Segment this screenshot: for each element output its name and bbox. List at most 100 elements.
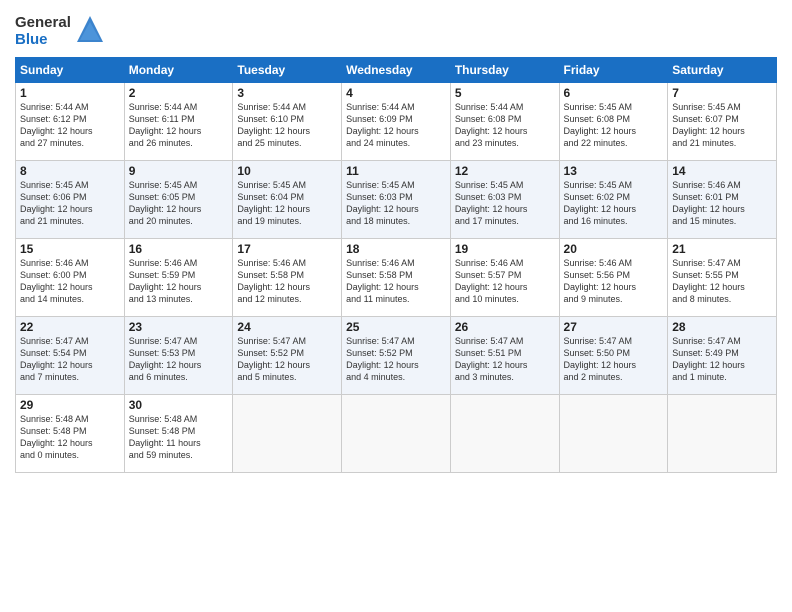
day-number: 3: [237, 86, 337, 100]
day-number: 30: [129, 398, 229, 412]
day-number: 4: [346, 86, 446, 100]
day-number: 12: [455, 164, 555, 178]
calendar-cell: [559, 395, 668, 473]
day-number: 7: [672, 86, 772, 100]
calendar-cell: 28Sunrise: 5:47 AM Sunset: 5:49 PM Dayli…: [668, 317, 777, 395]
cell-content: Sunrise: 5:46 AM Sunset: 5:58 PM Dayligh…: [237, 257, 337, 306]
cell-content: Sunrise: 5:47 AM Sunset: 5:55 PM Dayligh…: [672, 257, 772, 306]
calendar-cell: 7Sunrise: 5:45 AM Sunset: 6:07 PM Daylig…: [668, 83, 777, 161]
calendar-cell: 20Sunrise: 5:46 AM Sunset: 5:56 PM Dayli…: [559, 239, 668, 317]
calendar-cell: 19Sunrise: 5:46 AM Sunset: 5:57 PM Dayli…: [450, 239, 559, 317]
day-number: 5: [455, 86, 555, 100]
calendar-cell: 4Sunrise: 5:44 AM Sunset: 6:09 PM Daylig…: [342, 83, 451, 161]
calendar-cell: 8Sunrise: 5:45 AM Sunset: 6:06 PM Daylig…: [16, 161, 125, 239]
calendar-cell: 11Sunrise: 5:45 AM Sunset: 6:03 PM Dayli…: [342, 161, 451, 239]
calendar-header-row: SundayMondayTuesdayWednesdayThursdayFrid…: [16, 58, 777, 83]
cell-content: Sunrise: 5:45 AM Sunset: 6:03 PM Dayligh…: [455, 179, 555, 228]
cell-content: Sunrise: 5:44 AM Sunset: 6:09 PM Dayligh…: [346, 101, 446, 150]
calendar-week-5: 29Sunrise: 5:48 AM Sunset: 5:48 PM Dayli…: [16, 395, 777, 473]
header: General Blue: [15, 10, 777, 49]
day-number: 23: [129, 320, 229, 334]
day-number: 19: [455, 242, 555, 256]
calendar-cell: 3Sunrise: 5:44 AM Sunset: 6:10 PM Daylig…: [233, 83, 342, 161]
calendar-cell: 10Sunrise: 5:45 AM Sunset: 6:04 PM Dayli…: [233, 161, 342, 239]
cell-content: Sunrise: 5:48 AM Sunset: 5:48 PM Dayligh…: [129, 413, 229, 462]
day-number: 13: [564, 164, 664, 178]
day-number: 16: [129, 242, 229, 256]
calendar-cell: [450, 395, 559, 473]
calendar-cell: 30Sunrise: 5:48 AM Sunset: 5:48 PM Dayli…: [124, 395, 233, 473]
cell-content: Sunrise: 5:45 AM Sunset: 6:05 PM Dayligh…: [129, 179, 229, 228]
calendar-week-4: 22Sunrise: 5:47 AM Sunset: 5:54 PM Dayli…: [16, 317, 777, 395]
cell-content: Sunrise: 5:47 AM Sunset: 5:49 PM Dayligh…: [672, 335, 772, 384]
day-number: 15: [20, 242, 120, 256]
calendar-cell: 1Sunrise: 5:44 AM Sunset: 6:12 PM Daylig…: [16, 83, 125, 161]
day-number: 2: [129, 86, 229, 100]
cell-content: Sunrise: 5:45 AM Sunset: 6:07 PM Dayligh…: [672, 101, 772, 150]
header-sunday: Sunday: [16, 58, 125, 83]
calendar-cell: 18Sunrise: 5:46 AM Sunset: 5:58 PM Dayli…: [342, 239, 451, 317]
calendar-cell: 9Sunrise: 5:45 AM Sunset: 6:05 PM Daylig…: [124, 161, 233, 239]
cell-content: Sunrise: 5:47 AM Sunset: 5:53 PM Dayligh…: [129, 335, 229, 384]
day-number: 26: [455, 320, 555, 334]
day-number: 21: [672, 242, 772, 256]
cell-content: Sunrise: 5:44 AM Sunset: 6:10 PM Dayligh…: [237, 101, 337, 150]
logo-icon: [75, 14, 105, 49]
calendar-cell: 29Sunrise: 5:48 AM Sunset: 5:48 PM Dayli…: [16, 395, 125, 473]
calendar-cell: 27Sunrise: 5:47 AM Sunset: 5:50 PM Dayli…: [559, 317, 668, 395]
header-thursday: Thursday: [450, 58, 559, 83]
calendar-cell: 13Sunrise: 5:45 AM Sunset: 6:02 PM Dayli…: [559, 161, 668, 239]
day-number: 10: [237, 164, 337, 178]
logo-line1: General: [15, 15, 71, 32]
day-number: 25: [346, 320, 446, 334]
cell-content: Sunrise: 5:45 AM Sunset: 6:02 PM Dayligh…: [564, 179, 664, 228]
day-number: 6: [564, 86, 664, 100]
calendar-cell: 16Sunrise: 5:46 AM Sunset: 5:59 PM Dayli…: [124, 239, 233, 317]
cell-content: Sunrise: 5:45 AM Sunset: 6:04 PM Dayligh…: [237, 179, 337, 228]
day-number: 22: [20, 320, 120, 334]
calendar-week-1: 1Sunrise: 5:44 AM Sunset: 6:12 PM Daylig…: [16, 83, 777, 161]
cell-content: Sunrise: 5:48 AM Sunset: 5:48 PM Dayligh…: [20, 413, 120, 462]
cell-content: Sunrise: 5:46 AM Sunset: 5:57 PM Dayligh…: [455, 257, 555, 306]
header-friday: Friday: [559, 58, 668, 83]
cell-content: Sunrise: 5:47 AM Sunset: 5:52 PM Dayligh…: [237, 335, 337, 384]
day-number: 9: [129, 164, 229, 178]
cell-content: Sunrise: 5:46 AM Sunset: 6:00 PM Dayligh…: [20, 257, 120, 306]
calendar-cell: 6Sunrise: 5:45 AM Sunset: 6:08 PM Daylig…: [559, 83, 668, 161]
calendar-cell: 14Sunrise: 5:46 AM Sunset: 6:01 PM Dayli…: [668, 161, 777, 239]
calendar-cell: 21Sunrise: 5:47 AM Sunset: 5:55 PM Dayli…: [668, 239, 777, 317]
day-number: 24: [237, 320, 337, 334]
cell-content: Sunrise: 5:46 AM Sunset: 5:59 PM Dayligh…: [129, 257, 229, 306]
cell-content: Sunrise: 5:44 AM Sunset: 6:11 PM Dayligh…: [129, 101, 229, 150]
calendar-cell: 5Sunrise: 5:44 AM Sunset: 6:08 PM Daylig…: [450, 83, 559, 161]
cell-content: Sunrise: 5:45 AM Sunset: 6:03 PM Dayligh…: [346, 179, 446, 228]
cell-content: Sunrise: 5:45 AM Sunset: 6:08 PM Dayligh…: [564, 101, 664, 150]
day-number: 18: [346, 242, 446, 256]
calendar-week-3: 15Sunrise: 5:46 AM Sunset: 6:00 PM Dayli…: [16, 239, 777, 317]
day-number: 14: [672, 164, 772, 178]
logo-line2: Blue: [15, 32, 71, 49]
calendar-cell: 15Sunrise: 5:46 AM Sunset: 6:00 PM Dayli…: [16, 239, 125, 317]
day-number: 1: [20, 86, 120, 100]
cell-content: Sunrise: 5:46 AM Sunset: 6:01 PM Dayligh…: [672, 179, 772, 228]
calendar-cell: 23Sunrise: 5:47 AM Sunset: 5:53 PM Dayli…: [124, 317, 233, 395]
main-container: General Blue SundayMondayTues: [0, 0, 792, 483]
day-number: 8: [20, 164, 120, 178]
day-number: 20: [564, 242, 664, 256]
calendar-week-2: 8Sunrise: 5:45 AM Sunset: 6:06 PM Daylig…: [16, 161, 777, 239]
header-tuesday: Tuesday: [233, 58, 342, 83]
day-number: 29: [20, 398, 120, 412]
calendar-cell: [342, 395, 451, 473]
calendar-cell: 25Sunrise: 5:47 AM Sunset: 5:52 PM Dayli…: [342, 317, 451, 395]
logo: General Blue: [15, 14, 105, 49]
cell-content: Sunrise: 5:47 AM Sunset: 5:50 PM Dayligh…: [564, 335, 664, 384]
calendar-cell: 24Sunrise: 5:47 AM Sunset: 5:52 PM Dayli…: [233, 317, 342, 395]
cell-content: Sunrise: 5:46 AM Sunset: 5:56 PM Dayligh…: [564, 257, 664, 306]
calendar-cell: 26Sunrise: 5:47 AM Sunset: 5:51 PM Dayli…: [450, 317, 559, 395]
calendar-cell: [233, 395, 342, 473]
cell-content: Sunrise: 5:44 AM Sunset: 6:12 PM Dayligh…: [20, 101, 120, 150]
header-wednesday: Wednesday: [342, 58, 451, 83]
day-number: 27: [564, 320, 664, 334]
cell-content: Sunrise: 5:47 AM Sunset: 5:51 PM Dayligh…: [455, 335, 555, 384]
calendar-cell: 2Sunrise: 5:44 AM Sunset: 6:11 PM Daylig…: [124, 83, 233, 161]
